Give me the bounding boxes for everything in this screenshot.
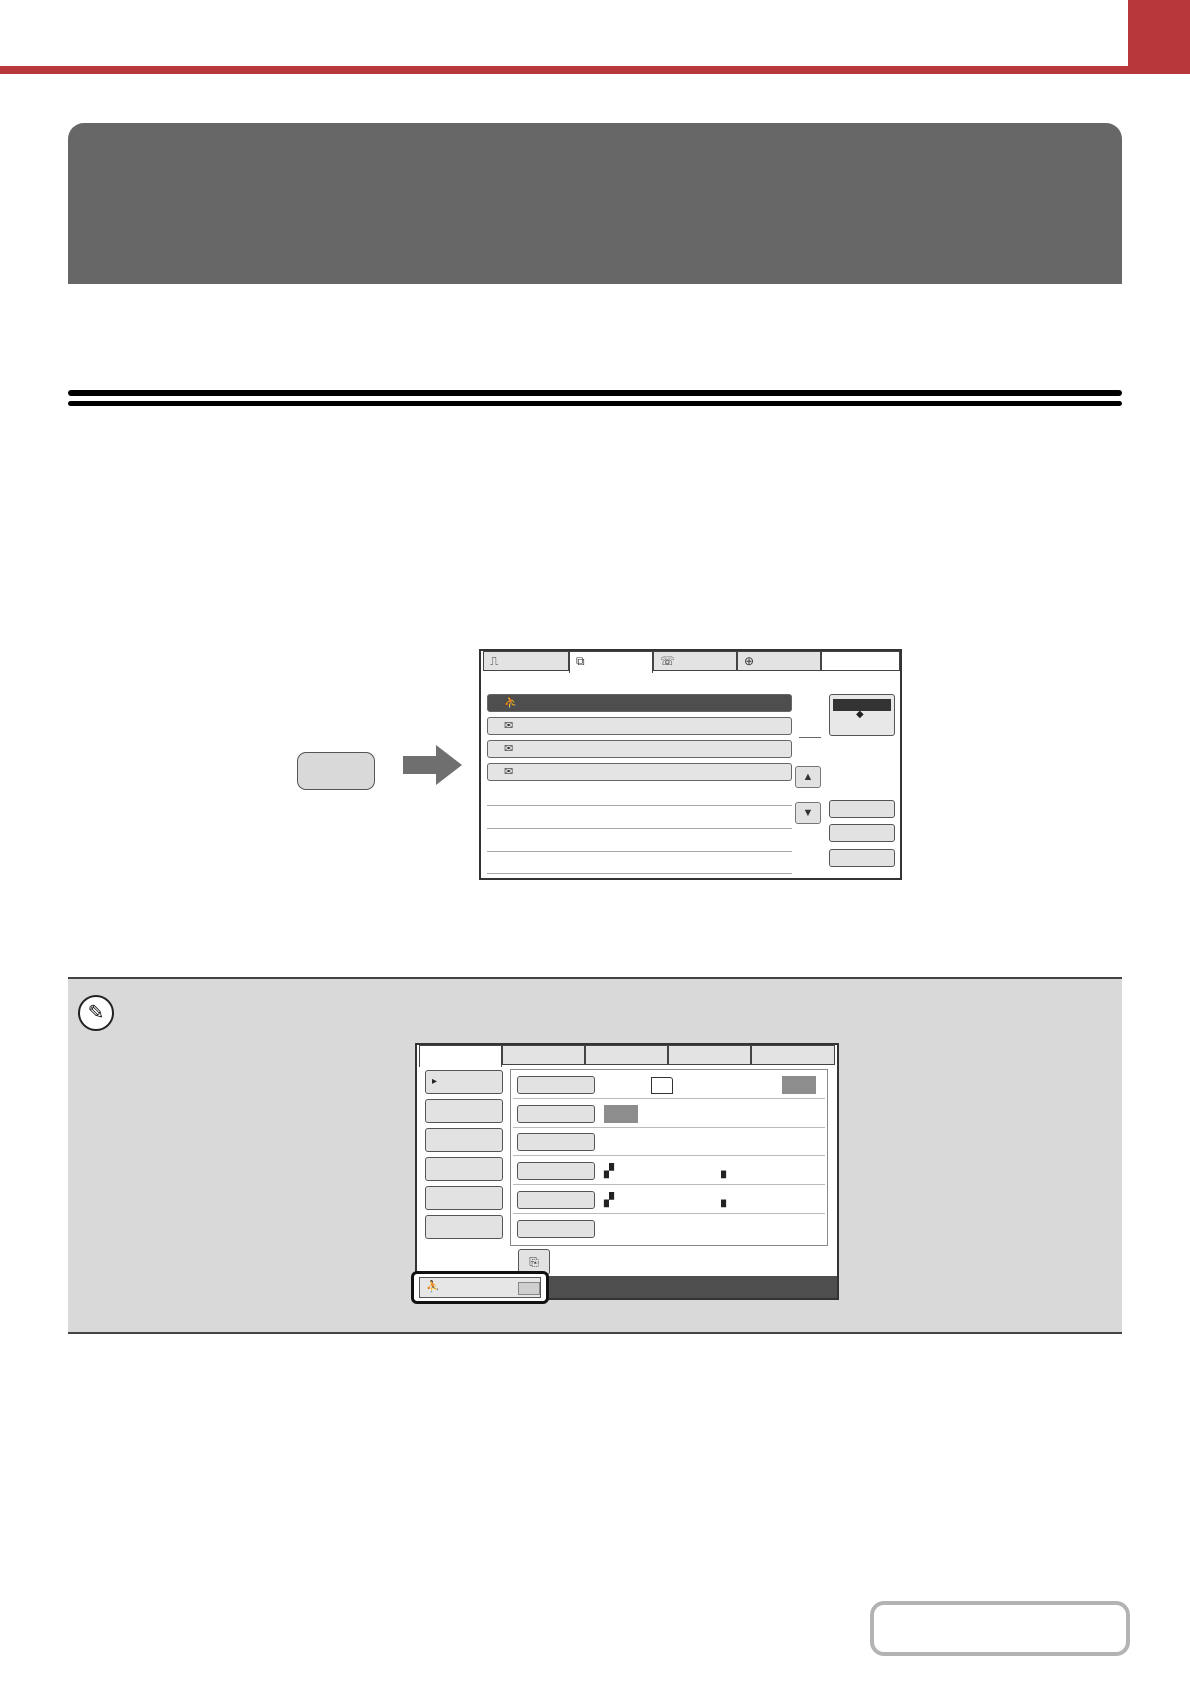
setting-button-1[interactable]	[517, 1076, 595, 1094]
arrow-down-icon: ▼	[802, 807, 814, 819]
tab-internet-fax[interactable]: ⧉	[569, 651, 653, 673]
email-icon: ✉	[504, 720, 514, 732]
page-indicator	[799, 737, 821, 738]
arrow-icon	[403, 756, 437, 774]
left-menu-button-2[interactable]	[425, 1099, 503, 1123]
scroll-up-button[interactable]: ▲	[795, 766, 821, 788]
send-tab-1[interactable]	[419, 1045, 502, 1067]
address-book-icon: ⛹	[426, 1281, 440, 1293]
email-icon: ✉	[504, 766, 514, 778]
send-settings-screen: ▸ ▞ ▗ ▞ ▗ ⎘	[415, 1043, 839, 1300]
color-mode-icon: ▞	[604, 1192, 614, 1207]
play-icon: ▸	[432, 1076, 438, 1087]
address-review-indicator	[518, 1282, 540, 1295]
header-corner-tab	[1128, 0, 1190, 74]
address-book-hardware-key[interactable]	[297, 752, 375, 790]
address-book-icon: ⛹	[504, 697, 518, 709]
setting-indicator-1	[782, 1076, 816, 1094]
left-menu-button-4[interactable]	[425, 1157, 503, 1181]
tab-fax[interactable]: ☏	[653, 651, 737, 671]
setting-button-3[interactable]	[517, 1133, 595, 1151]
settings-separator	[513, 1155, 825, 1156]
fax-icon: ☏	[660, 654, 676, 668]
left-menu-button-3[interactable]	[425, 1128, 503, 1152]
send-tab-2[interactable]	[502, 1045, 585, 1065]
header-accent-rule	[0, 66, 1190, 74]
setting-button-2[interactable]	[517, 1105, 595, 1123]
settings-separator	[513, 1098, 825, 1099]
network-icon: ⊕	[744, 654, 755, 668]
status-bar	[549, 1276, 837, 1298]
destination-row[interactable]: ✉	[487, 717, 792, 735]
tab-network[interactable]: ⊕	[737, 651, 821, 671]
empty-row-line	[487, 828, 792, 829]
section-rule-bottom	[68, 401, 1122, 406]
settings-separator	[513, 1213, 825, 1214]
send-tab-4[interactable]	[668, 1045, 751, 1065]
pencil-note-icon: ✎	[78, 995, 114, 1031]
setting-button-6[interactable]	[517, 1220, 595, 1238]
address-book-screen: ⎍ ⧉ ☏ ⊕ ⛹ ✉ ✉ ✉ ▲ ▼ ◆	[479, 649, 902, 880]
email-icon: ✉	[504, 743, 514, 755]
empty-row-line	[487, 873, 792, 874]
destination-row-selected[interactable]: ⛹	[487, 694, 792, 712]
scanner-icon: ⎍	[490, 654, 499, 668]
preview-icon: ⎘	[529, 1255, 539, 1269]
scroll-down-button[interactable]: ▼	[795, 802, 821, 824]
settings-panel: ▞ ▗ ▞ ▗	[510, 1069, 828, 1246]
settings-separator	[513, 1127, 825, 1128]
setting-button-4[interactable]	[517, 1162, 595, 1180]
arrow-head-icon	[436, 745, 462, 785]
color-mode-icon: ▞	[604, 1163, 614, 1178]
original-size-icon	[651, 1077, 673, 1094]
settings-separator	[513, 1184, 825, 1185]
bw-mode-icon: ▗	[716, 1192, 726, 1207]
tab-blank	[821, 651, 900, 671]
chapter-banner	[68, 123, 1122, 284]
pencil-glyph: ✎	[87, 1002, 105, 1024]
empty-row-line	[487, 805, 792, 806]
left-menu-button-5[interactable]	[425, 1186, 503, 1210]
side-button-2[interactable]	[829, 824, 895, 842]
send-tab-5[interactable]	[751, 1045, 835, 1065]
left-menu-button-6[interactable]	[425, 1215, 503, 1239]
sort-arrows-icon: ◆	[856, 709, 864, 720]
tab-scanner[interactable]: ⎍	[483, 651, 569, 671]
destination-row[interactable]: ✉	[487, 740, 792, 758]
send-tab-3[interactable]	[585, 1045, 668, 1065]
setting-indicator-2	[604, 1105, 638, 1123]
address-review-key-face: ⛹	[419, 1277, 541, 1298]
left-menu-button-1[interactable]: ▸	[425, 1070, 503, 1094]
arrow-up-icon: ▲	[802, 771, 814, 783]
bw-mode-icon: ▗	[716, 1163, 726, 1178]
empty-row-line	[487, 851, 792, 852]
internet-fax-icon: ⧉	[576, 654, 585, 668]
destination-row[interactable]: ✉	[487, 763, 792, 781]
contents-button[interactable]	[870, 1601, 1130, 1656]
side-button-3[interactable]	[829, 849, 895, 867]
sort-selector[interactable]: ◆	[829, 694, 895, 736]
side-button-1[interactable]	[829, 800, 895, 818]
section-rule-top	[68, 390, 1122, 396]
setting-button-5[interactable]	[517, 1191, 595, 1209]
address-review-key[interactable]: ⛹	[411, 1271, 549, 1304]
